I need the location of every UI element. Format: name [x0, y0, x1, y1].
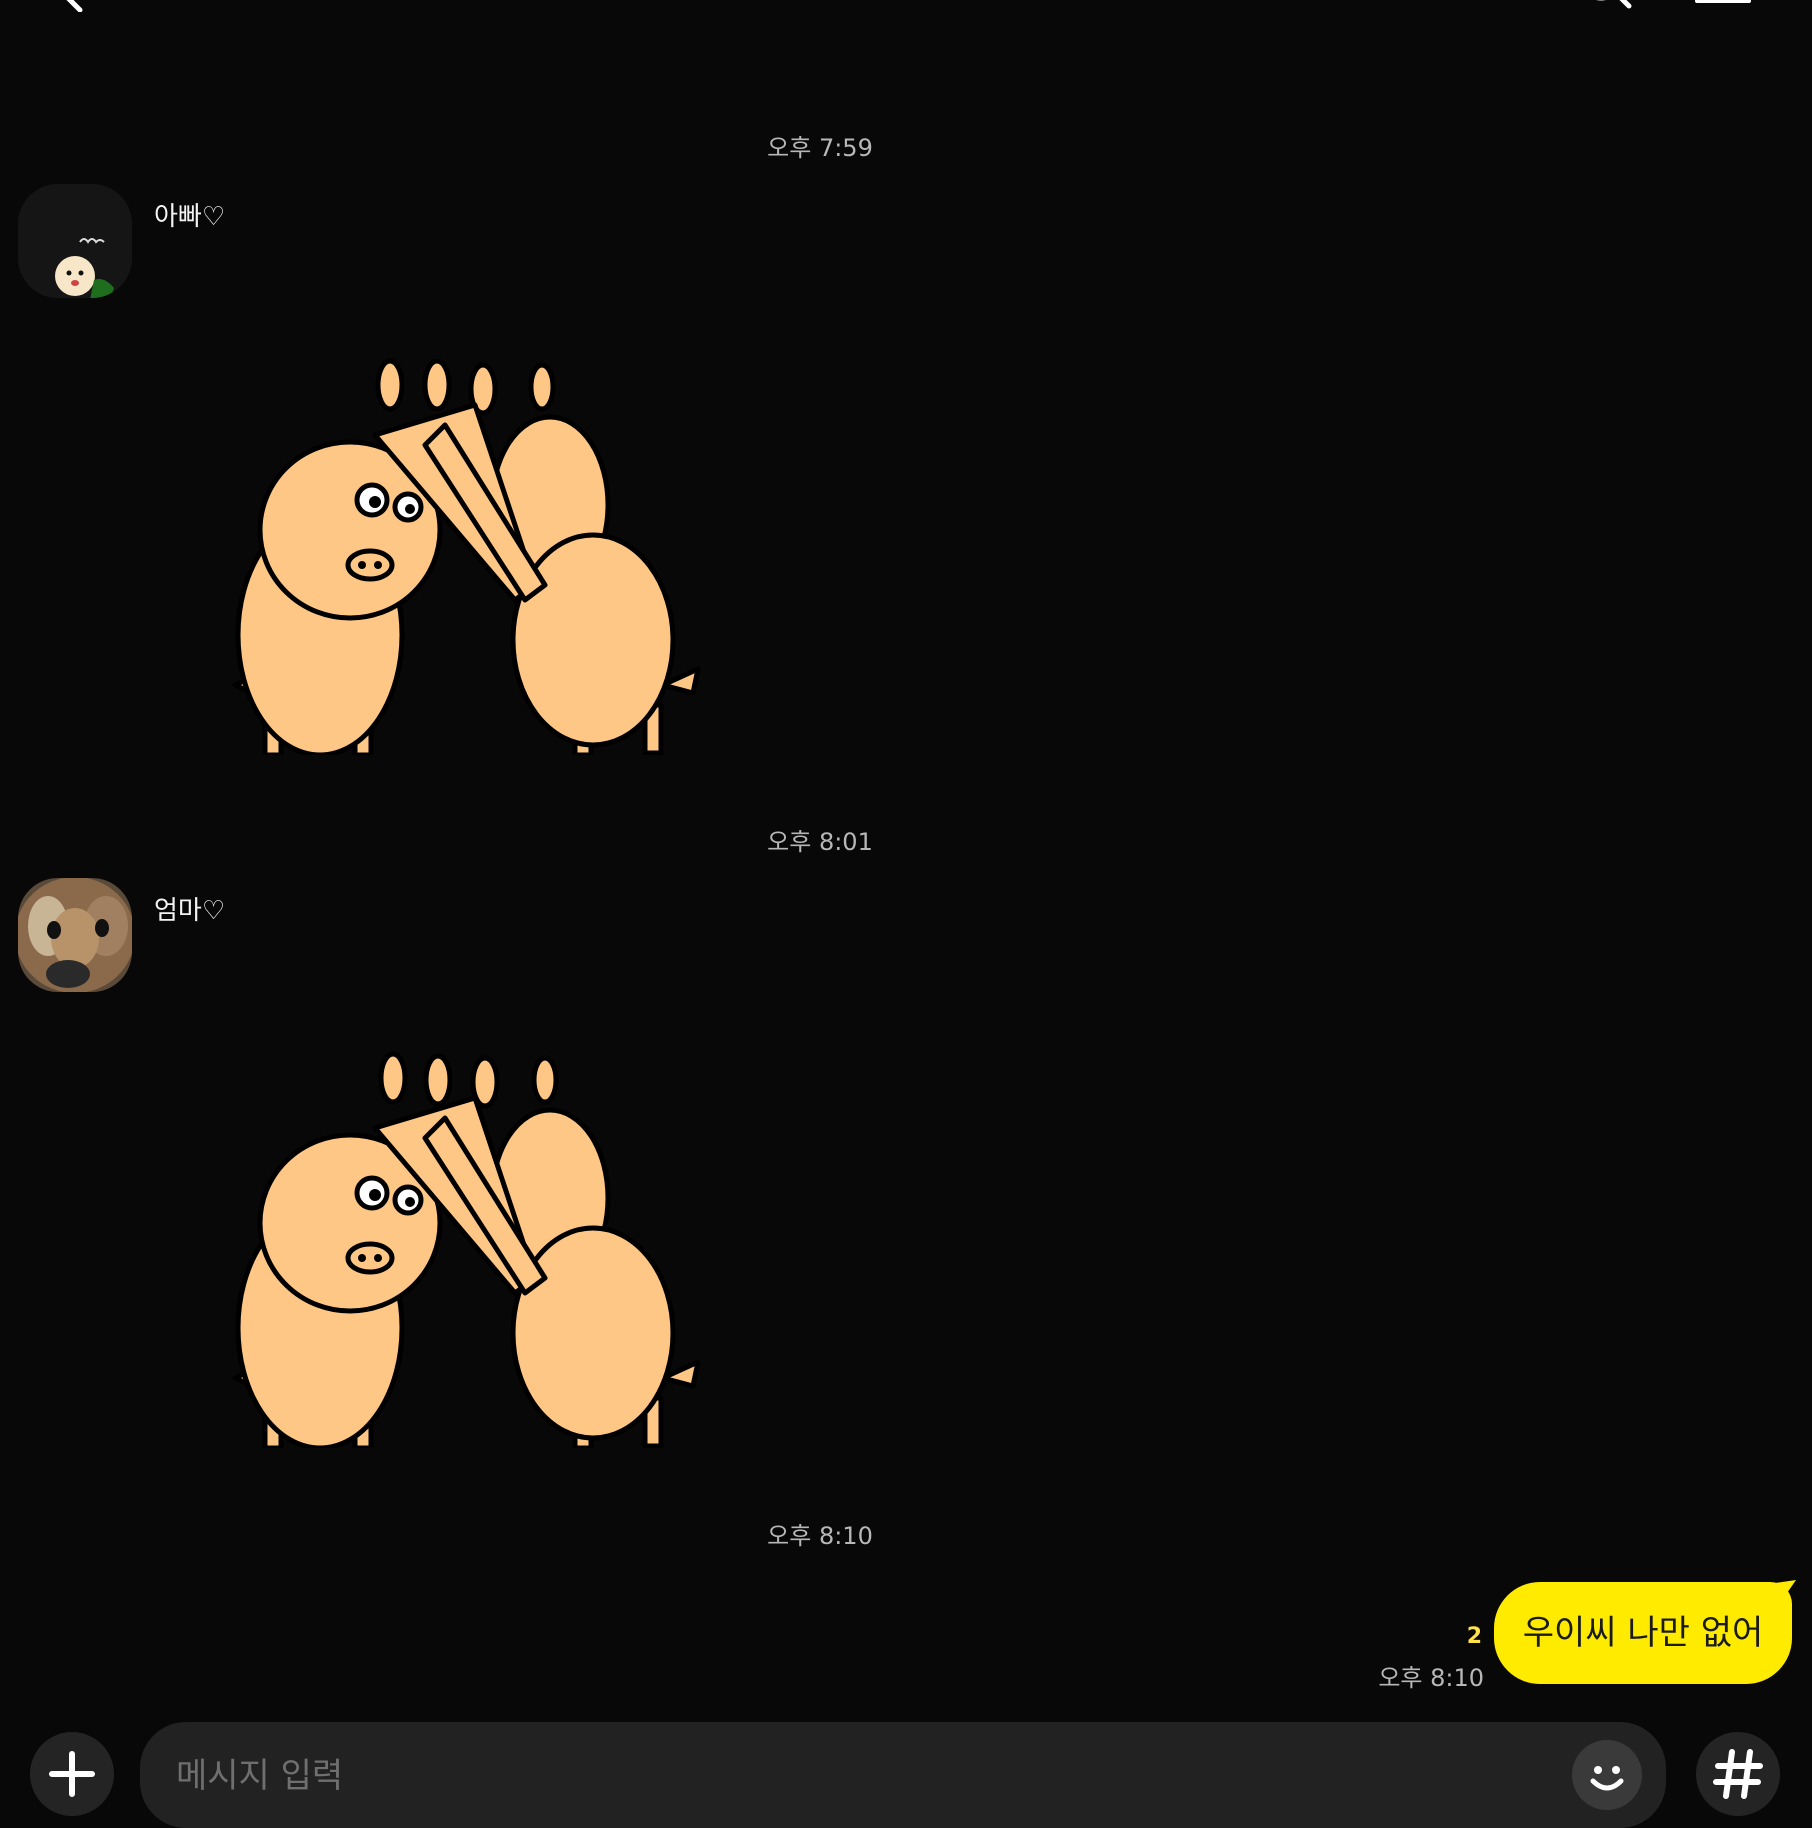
avatar-dad[interactable] [18, 184, 132, 298]
sticker-image[interactable] [215, 1048, 715, 1448]
back-chevron-icon[interactable] [52, 0, 92, 12]
avatar-mom[interactable] [18, 878, 132, 992]
message-timestamp: 오후 8:01 [767, 828, 873, 856]
search-icon[interactable] [1575, 0, 1635, 14]
hashtag-icon [1713, 1749, 1763, 1799]
my-message-time: 오후 8:10 [1378, 1664, 1484, 1692]
chat-title-fragment [180, 0, 310, 6]
sender-name: 엄마♡ [154, 896, 226, 926]
sticker-image[interactable] [215, 355, 715, 755]
message-timestamp: 오후 7:59 [767, 134, 873, 162]
unread-count: 2 [1466, 1624, 1482, 1649]
emoticon-icon [1590, 1766, 1624, 1791]
message-timestamp: 오후 8:10 [767, 1522, 873, 1550]
sender-name: 아빠♡ [154, 202, 226, 232]
plus-icon [49, 1751, 95, 1797]
avatar-image [18, 184, 132, 298]
message-input[interactable] [174, 1748, 1518, 1804]
hashtag-search-button[interactable] [1696, 1732, 1780, 1816]
hamburger-menu-icon[interactable] [1695, 0, 1751, 10]
attach-button[interactable] [30, 1732, 114, 1816]
emoji-button[interactable] [1572, 1740, 1642, 1810]
message-input-box [140, 1722, 1666, 1828]
avatar-image [18, 878, 132, 992]
my-message-bubble[interactable]: 우이씨 나만 없어 [1494, 1582, 1792, 1684]
